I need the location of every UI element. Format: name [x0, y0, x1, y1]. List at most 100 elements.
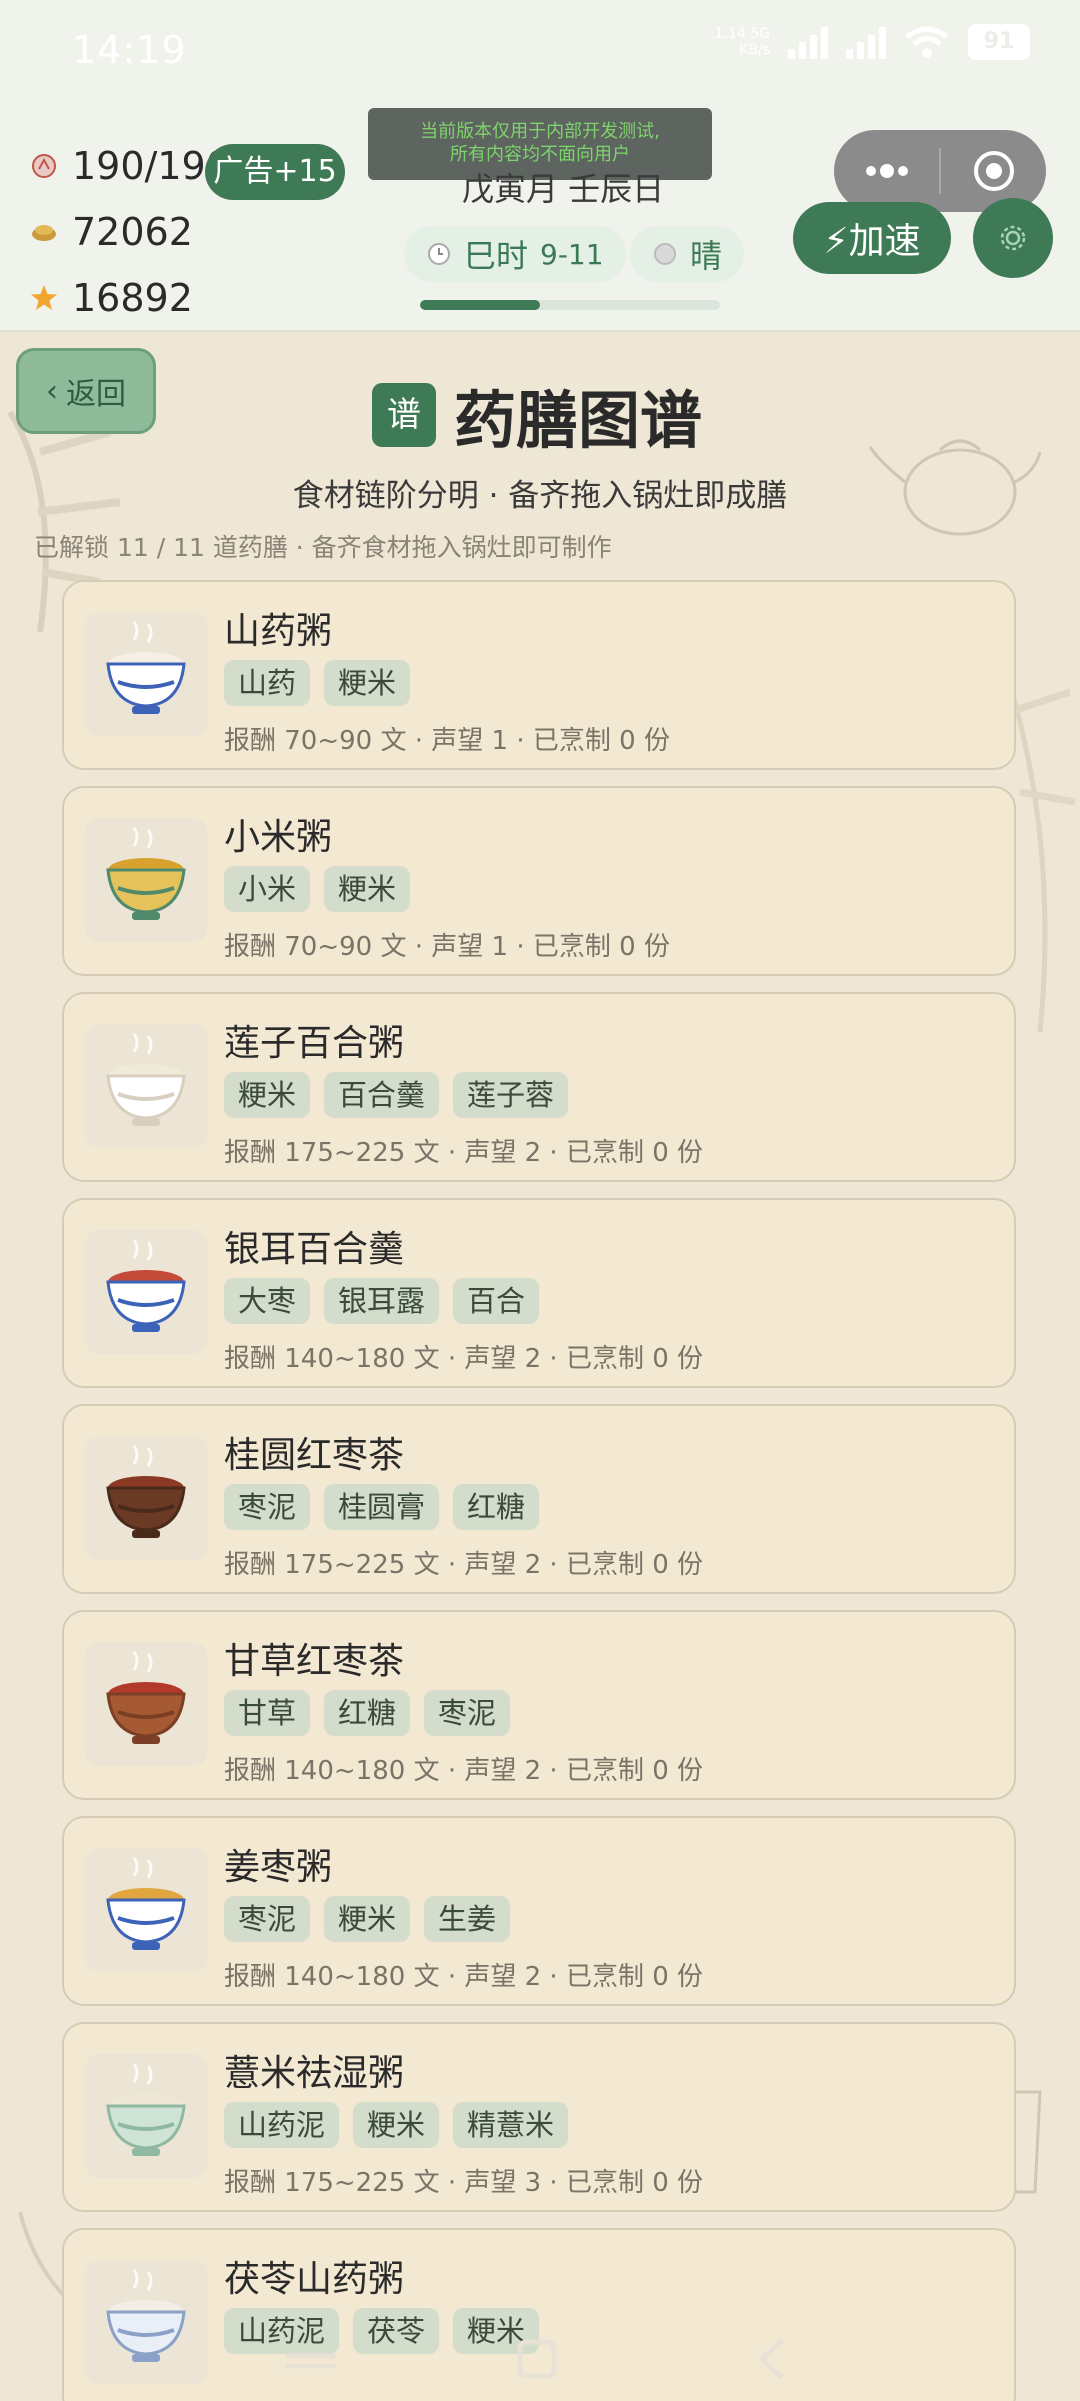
- ingredient-tag: 生姜: [424, 1896, 511, 1942]
- ingredient-tag: 粳米: [324, 1896, 411, 1942]
- recipe-name: 茯苓山药粥: [224, 2259, 405, 2300]
- ingredient-tag: 莲子蓉: [453, 1072, 569, 1118]
- ginger-porridge-bowl-icon: [84, 1848, 208, 1972]
- tea-cup-icon: [84, 1436, 208, 1560]
- calendar-date: 戊寅月 壬辰日: [462, 170, 665, 208]
- stars-stat: 16892: [30, 276, 193, 320]
- recipe-name: 桂圆红枣茶: [224, 1435, 405, 1476]
- target-close-icon: [973, 151, 1014, 191]
- recipe-meta: 报酬 175~225 文 · 声望 2 · 已烹制 0 份: [224, 1550, 704, 1580]
- ingredient-tag: 精薏米: [453, 2102, 569, 2148]
- recipe-meta: 报酬 70~90 文 · 声望 1 · 已烹制 0 份: [224, 726, 670, 756]
- recipe-card[interactable]: 甘草红枣茶甘草 红糖 枣泥报酬 140~180 文 · 声望 2 · 已烹制 0 份: [62, 1610, 1016, 1800]
- ingredient-tags: 小米 粳米: [224, 866, 411, 912]
- ingredient-tag: 山药泥: [224, 2102, 340, 2148]
- recipe-card[interactable]: 姜枣粥枣泥 粳米 生姜报酬 140~180 文 · 声望 2 · 已烹制 0 份: [62, 1816, 1016, 2006]
- recipe-card[interactable]: 银耳百合羹大枣 银耳露 百合报酬 140~180 文 · 声望 2 · 已烹制 0 …: [62, 1198, 1016, 1388]
- ingredient-tag: 粳米: [324, 866, 411, 912]
- system-nav-bar: [286, 2338, 784, 2380]
- ingredient-tags: 粳米 百合羹 莲子蓉: [224, 1072, 569, 1118]
- recipe-card[interactable]: 小米粥小米 粳米报酬 70~90 文 · 声望 1 · 已烹制 0 份: [62, 786, 1016, 976]
- page-title: 药膳图谱: [454, 384, 703, 457]
- ingredient-tags: 山药泥 粳米 精薏米: [224, 2102, 569, 2148]
- recent-apps-icon: [286, 2353, 336, 2369]
- ingredient-tag: 红糖: [453, 1484, 540, 1530]
- ingredient-tags: 大枣 银耳露 百合: [224, 1278, 540, 1324]
- recipe-name: 莲子百合粥: [224, 1023, 405, 1064]
- home-icon: [517, 2339, 557, 2379]
- recipe-meta: 报酬 175~225 文 · 声望 3 · 已烹制 0 份: [224, 2168, 704, 2198]
- ingredient-tags: 枣泥 粳米 生姜: [224, 1896, 511, 1942]
- recipe-name: 姜枣粥: [224, 1847, 333, 1888]
- chevron-left-icon: ‹: [46, 373, 58, 409]
- recipe-name: 小米粥: [224, 817, 333, 858]
- recipe-meta: 报酬 70~90 文 · 声望 1 · 已烹制 0 份: [224, 932, 670, 962]
- recipe-meta: 报酬 140~180 文 · 声望 2 · 已烹制 0 份: [224, 1962, 704, 1992]
- more-dots-icon: [865, 164, 908, 178]
- wifi-icon: [905, 26, 949, 58]
- ingredient-tag: 大枣: [224, 1278, 311, 1324]
- star-icon: [31, 285, 57, 310]
- millet-porridge-bowl-icon: [84, 818, 208, 942]
- stamina-icon: [32, 154, 56, 178]
- ingredient-tags: 甘草 红糖 枣泥: [224, 1690, 511, 1736]
- recipe-name: 甘草红枣茶: [224, 1641, 405, 1682]
- top-hud: 190/190 广告+15 72062 16892 当前版本仅用于内部开发测试,…: [0, 100, 1080, 332]
- back-nav-icon: [758, 2338, 784, 2380]
- blue-porcelain-bowl-icon: [84, 612, 208, 736]
- signal-icon: [788, 25, 828, 59]
- weather-pill: 晴: [630, 226, 745, 282]
- recipe-card[interactable]: 薏米祛湿粥山药泥 粳米 精薏米报酬 175~225 文 · 声望 3 · 已烹制 0…: [62, 2022, 1016, 2212]
- ingredient-tag: 银耳露: [324, 1278, 440, 1324]
- status-time: 14:19: [72, 28, 187, 72]
- ingredient-tag: 桂圆膏: [324, 1484, 440, 1530]
- page-header: 谱 药膳图谱: [372, 370, 702, 460]
- ingredient-tags: 枣泥 桂圆膏 红糖: [224, 1484, 540, 1530]
- ingredient-tag: 粳米: [224, 1072, 311, 1118]
- coin-icon: [32, 225, 56, 241]
- back-button[interactable]: ‹ 返回: [16, 348, 156, 434]
- ingredient-tag: 枣泥: [224, 1484, 311, 1530]
- recipe-card[interactable]: 莲子百合粥 粳米 百合羹 莲子蓉 报酬 175~225 文 · 声望 2 · 已烹制 0…: [62, 992, 1016, 1182]
- day-progress-fill: [420, 300, 540, 310]
- recipe-name: 山药粥: [224, 611, 333, 652]
- title-badge: 谱: [372, 383, 436, 447]
- gear-icon: [1000, 225, 1026, 251]
- recipe-name: 薏米祛湿粥: [224, 2053, 405, 2094]
- weather-icon: [654, 243, 676, 265]
- ingredient-tag: 枣泥: [424, 1690, 511, 1736]
- recipe-card[interactable]: 桂圆红枣茶枣泥 桂圆膏 红糖报酬 175~225 文 · 声望 2 · 已烹制 0 …: [62, 1404, 1016, 1594]
- network-speed: 1.14 5G KB/s: [714, 26, 770, 58]
- ingredient-tag: 红糖: [324, 1690, 411, 1736]
- day-progress-bar: [420, 300, 720, 310]
- white-porridge-bowl-icon: [84, 1024, 208, 1148]
- status-icons: 1.14 5G KB/s 91: [715, 24, 1030, 60]
- speed-up-button[interactable]: ⚡加速: [793, 202, 951, 274]
- recipe-book-page: ‹ 返回 谱 药膳图谱 食材链阶分明 · 备齐拖入锅灶即成膳 已解锁 11 / …: [0, 332, 1080, 2401]
- time-period-pill: 巳时 9-11: [404, 226, 626, 282]
- recipe-meta: 报酬 140~180 文 · 声望 2 · 已烹制 0 份: [224, 1344, 704, 1374]
- ingredient-tag: 小米: [224, 866, 311, 912]
- recipe-list: 山药粥 山药 粳米 报酬 70~90 文 · 声望 1 · 已烹制 0 份小米粥 小米粳…: [62, 580, 1016, 2401]
- stamina-stat: 190/190: [30, 144, 230, 188]
- status-bar: 14:19 1.14 5G KB/s 91: [0, 0, 1080, 100]
- signal-icon-2: [846, 25, 886, 59]
- settings-button[interactable]: [973, 198, 1053, 278]
- green-bowl-icon: [84, 2054, 208, 2178]
- ingredient-tag: 甘草: [224, 1690, 311, 1736]
- coins-stat: 72062: [30, 210, 193, 254]
- clay-cup-icon: [84, 1642, 208, 1766]
- ingredient-tag: 枣泥: [224, 1896, 311, 1942]
- ingredient-tag: 粳米: [324, 660, 411, 706]
- ad-bonus-button[interactable]: 广告+15: [205, 144, 345, 200]
- recipe-meta: 报酬 140~180 文 · 声望 2 · 已烹制 0 份: [224, 1756, 704, 1786]
- recipe-name: 银耳百合羹: [224, 1229, 405, 1270]
- ingredient-tag: 粳米: [353, 2102, 440, 2148]
- ingredient-tag: 百合: [453, 1278, 540, 1324]
- recipe-card[interactable]: 山药粥山药 粳米报酬 70~90 文 · 声望 1 · 已烹制 0 份: [62, 580, 1016, 770]
- ingredient-tag: 百合羹: [324, 1072, 440, 1118]
- ingredient-tag: 山药: [224, 660, 311, 706]
- close-miniprogram-button[interactable]: [941, 130, 1046, 212]
- ingredient-tags: 山药 粳米: [224, 660, 411, 706]
- more-menu-button[interactable]: [834, 130, 939, 212]
